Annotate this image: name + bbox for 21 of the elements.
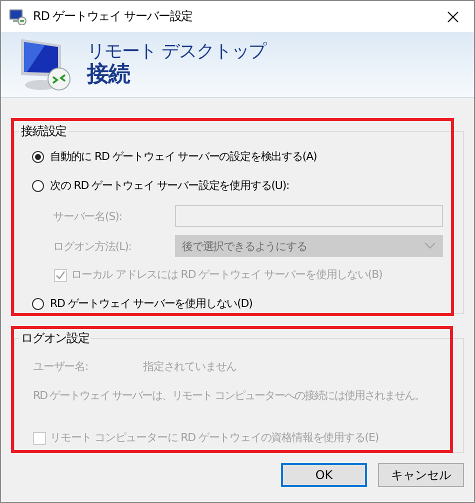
window-title: RD ゲートウェイ サーバー設定 [33, 8, 194, 25]
radio-label[interactable]: 自動的に RD ゲートウェイ サーバーの設定を検出する(A) [50, 149, 317, 165]
cancel-button[interactable]: キャンセル [378, 463, 464, 487]
field-label: ログオン方法(L): [53, 238, 132, 254]
chevron-down-icon [424, 242, 436, 250]
info-text: RD ゲートウェイ サーバーは、リモート コンピューターへの接続には使用されません。 [33, 388, 425, 404]
radio-label[interactable]: RD ゲートウェイ サーバーを使用しない(D) [50, 296, 252, 312]
radio-label[interactable]: 次の RD ゲートウェイ サーバー設定を使用する(U): [50, 178, 290, 194]
group-title: 接続設定 [19, 123, 69, 139]
field-label: サーバー名(S): [53, 208, 123, 224]
user-name-value: 指定されていません [143, 359, 237, 374]
radio-button[interactable] [32, 298, 44, 310]
group-title: ログオン設定 [19, 330, 92, 346]
monitor-icon [9, 8, 27, 24]
header-subtitle: リモート デスクトップ [87, 42, 266, 62]
header-title: 接続 [87, 62, 132, 88]
radio-button[interactable] [32, 151, 44, 163]
ok-button[interactable]: OK [281, 463, 367, 487]
radio-button[interactable] [32, 180, 44, 192]
close-icon[interactable] [446, 10, 460, 24]
user-name-label: ユーザー名: [33, 359, 90, 374]
